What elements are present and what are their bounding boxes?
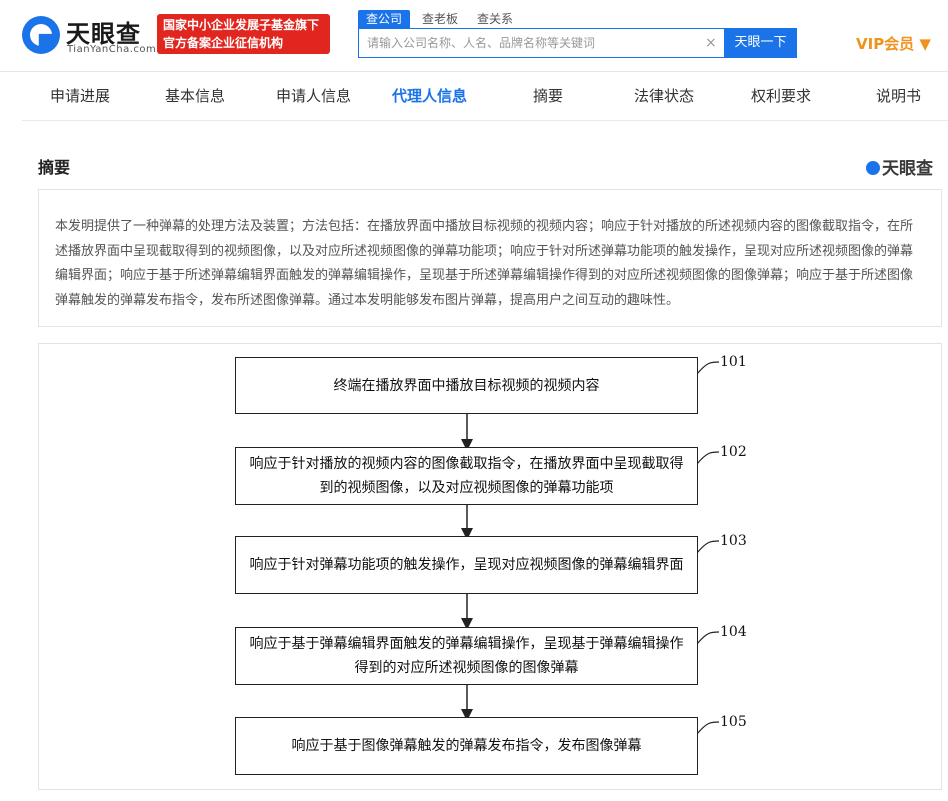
- search-button[interactable]: 天眼一下: [724, 28, 797, 58]
- leader-102: [696, 451, 720, 465]
- section-title: 摘要: [38, 158, 71, 177]
- leader-105: [696, 721, 720, 735]
- search-input[interactable]: [359, 29, 689, 57]
- tab-applicant-info[interactable]: 申请人信息: [276, 73, 351, 119]
- certification-badge: 国家中小企业发展子基金旗下 官方备案企业征信机构: [157, 14, 330, 54]
- tab-abstract[interactable]: 摘要: [533, 73, 563, 119]
- tab-claims[interactable]: 权利要求: [751, 73, 811, 119]
- abstract-text: 本发明提供了一种弹幕的处理方法及装置；方法包括：在播放界面中播放目标视频的视频内…: [55, 219, 914, 308]
- tab-legal-status[interactable]: 法律状态: [634, 73, 694, 119]
- tab-agent-info[interactable]: 代理人信息: [392, 73, 467, 119]
- search-box: ×: [358, 28, 725, 58]
- top-bar: 天眼查 TianYanCha.com 国家中小企业发展子基金旗下 官方备案企业征…: [0, 0, 948, 72]
- abstract-panel: 本发明提供了一种弹幕的处理方法及装置；方法包括：在播放界面中播放目标视频的视频内…: [38, 189, 942, 327]
- flow-step-number: 104: [720, 624, 747, 640]
- badge-line-2: 官方备案企业征信机构: [163, 36, 284, 50]
- search-tab-boss[interactable]: 查老板: [422, 10, 458, 28]
- flow-step-number: 105: [720, 714, 747, 730]
- badge-line-1: 国家中小企业发展子基金旗下: [163, 18, 320, 32]
- leader-101: [696, 361, 720, 375]
- flow-step-103: 响应于针对弹幕功能项的触发操作，呈现对应视频图像的弹幕编辑界面: [235, 536, 698, 594]
- flow-step-number: 102: [720, 444, 747, 460]
- flow-step-text: 终端在播放界面中播放目标视频的视频内容: [333, 377, 600, 394]
- tianyancha-watermark: 天眼查: [866, 154, 933, 179]
- leader-103: [696, 540, 720, 554]
- detail-nav: 申请进展 基本信息 申请人信息 代理人信息 摘要 法律状态 权利要求 说明书: [22, 73, 948, 121]
- watermark-logo-icon: [866, 161, 880, 175]
- flowchart-figure: 终端在播放界面中播放目标视频的视频内容 101 响应于针对播放的视频内容的图像截…: [38, 343, 942, 790]
- flow-step-text: 响应于针对弹幕功能项的触发操作，呈现对应视频图像的弹幕编辑界面: [249, 557, 684, 573]
- logo-domain: TianYanCha.com: [67, 44, 157, 55]
- leader-104: [696, 631, 720, 645]
- flow-step-text: 响应于基于图像弹幕触发的弹幕发布指令，发布图像弹幕: [291, 738, 642, 754]
- tab-specification[interactable]: 说明书: [876, 73, 921, 119]
- tianyancha-logo[interactable]: 天眼查 TianYanCha.com: [22, 14, 156, 58]
- tab-application-progress[interactable]: 申请进展: [50, 73, 110, 119]
- search-tab-company[interactable]: 查公司: [358, 10, 411, 28]
- flow-step-105: 响应于基于图像弹幕触发的弹幕发布指令，发布图像弹幕: [235, 717, 698, 775]
- clear-icon[interactable]: ×: [705, 35, 717, 51]
- search-tab-relation[interactable]: 查关系: [477, 10, 513, 28]
- flow-step-number: 101: [720, 354, 747, 370]
- flow-step-text: 响应于基于弹幕编辑界面触发的弹幕编辑操作，呈现基于弹幕编辑操作得到的对应所述视频…: [249, 636, 684, 676]
- flow-step-102: 响应于针对播放的视频内容的图像截取指令，在播放界面中呈现截取得到的视频图像，以及…: [235, 447, 698, 505]
- flow-step-101: 终端在播放界面中播放目标视频的视频内容: [235, 357, 698, 414]
- flow-step-text: 响应于针对播放的视频内容的图像截取指令，在播放界面中呈现截取得到的视频图像，以及…: [249, 456, 684, 496]
- watermark-text: 天眼查: [882, 159, 933, 179]
- flow-step-104: 响应于基于弹幕编辑界面触发的弹幕编辑操作，呈现基于弹幕编辑操作得到的对应所述视频…: [235, 627, 698, 685]
- tab-basic-info[interactable]: 基本信息: [165, 73, 225, 119]
- logo-eye-icon: [22, 16, 60, 54]
- vip-member-button[interactable]: VIP会员 ▼: [856, 33, 931, 54]
- flow-step-number: 103: [720, 533, 747, 549]
